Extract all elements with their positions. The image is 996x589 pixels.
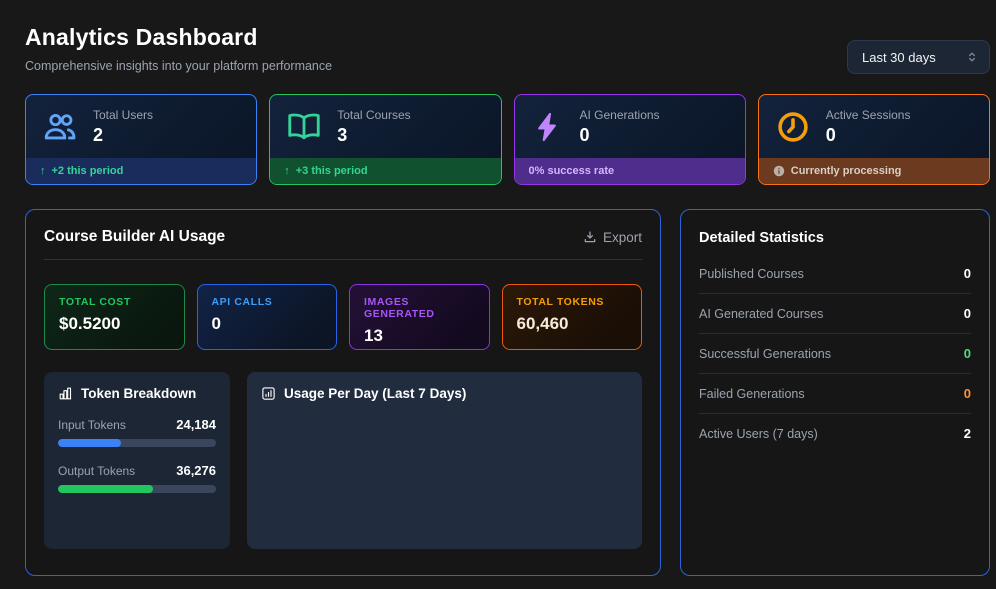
metric-total-tokens: TOTAL TOKENS 60,460 <box>502 284 643 350</box>
stat-value: 0 <box>826 125 911 146</box>
stat-label: Total Users <box>93 108 153 122</box>
stat-value: 3 <box>337 125 410 146</box>
stat-card-active-sessions: Active Sessions 0 Currently processing <box>758 94 990 185</box>
stat-row-failed-generations: Failed Generations 0 <box>699 374 971 414</box>
stat-card-total-courses: Total Courses 3 ↑ +3 this period <box>269 94 501 185</box>
analytics-dashboard-page: Analytics Dashboard Comprehensive insigh… <box>0 0 996 589</box>
header-titles: Analytics Dashboard Comprehensive insigh… <box>25 24 332 73</box>
stat-footer-text: +2 this period <box>52 165 124 177</box>
metric-label: IMAGES GENERATED <box>364 296 475 320</box>
usage-panel-title: Course Builder AI Usage <box>44 228 225 246</box>
stat-row-label: Successful Generations <box>699 347 831 361</box>
trend-up-icon: ↑ <box>284 165 290 177</box>
stat-row-value: 2 <box>964 426 971 441</box>
page-subtitle: Comprehensive insights into your platfor… <box>25 59 332 73</box>
usage-per-day-card: Usage Per Day (Last 7 Days) <box>247 372 642 549</box>
token-row-input: Input Tokens 24,184 <box>58 417 216 432</box>
chart-frame-icon <box>261 386 276 401</box>
period-select-value: Last 30 days <box>862 50 936 65</box>
detailed-stats-title: Detailed Statistics <box>699 230 971 246</box>
stat-row-label: Published Courses <box>699 267 804 281</box>
stat-card-ai-generations: AI Generations 0 0% success rate <box>514 94 746 185</box>
token-value: 36,276 <box>176 463 216 478</box>
token-row-output: Output Tokens 36,276 <box>58 463 216 478</box>
stat-footer-text: 0% success rate <box>529 165 615 177</box>
stat-footer-text: Currently processing <box>791 165 902 177</box>
stat-footer: 0% success rate <box>515 158 745 184</box>
detailed-statistics-panel: Detailed Statistics Published Courses 0 … <box>680 209 990 576</box>
panel-divider <box>44 259 642 260</box>
token-label: Input Tokens <box>58 418 126 432</box>
usage-chart-empty-area <box>261 401 628 531</box>
usage-metrics-row: TOTAL COST $0.5200 API CALLS 0 IMAGES GE… <box>44 284 642 350</box>
stat-row-value: 0 <box>964 306 971 321</box>
stat-footer: ↑ +2 this period <box>26 158 256 184</box>
stat-label: Total Courses <box>337 108 410 122</box>
main-content: Course Builder AI Usage Export TOTAL COS… <box>25 209 990 576</box>
bar-chart-icon <box>58 386 73 401</box>
metric-total-cost: TOTAL COST $0.5200 <box>44 284 185 350</box>
users-icon <box>42 109 78 145</box>
stat-value: 2 <box>93 125 153 146</box>
period-select[interactable]: Last 30 days <box>847 40 990 74</box>
export-label: Export <box>603 230 642 245</box>
token-breakdown-title: Token Breakdown <box>81 386 196 401</box>
metric-api-calls: API CALLS 0 <box>197 284 338 350</box>
metric-value: 0 <box>212 314 323 334</box>
stat-row-value: 0 <box>964 386 971 401</box>
stat-row-ai-generated-courses: AI Generated Courses 0 <box>699 294 971 334</box>
download-icon <box>583 230 597 244</box>
stat-row-value: 0 <box>964 266 971 281</box>
stat-row-label: Failed Generations <box>699 387 805 401</box>
book-icon <box>286 109 322 145</box>
stat-cards-row: Total Users 2 ↑ +2 this period Total Cou… <box>25 94 990 185</box>
trend-up-icon: ↑ <box>40 165 46 177</box>
stat-footer-text: +3 this period <box>296 165 368 177</box>
usage-chart-title: Usage Per Day (Last 7 Days) <box>284 386 466 401</box>
metric-label: API CALLS <box>212 296 323 308</box>
metric-label: TOTAL COST <box>59 296 170 308</box>
export-button[interactable]: Export <box>583 230 642 245</box>
metric-value: $0.5200 <box>59 314 170 334</box>
token-label: Output Tokens <box>58 464 135 478</box>
stat-row-successful-generations: Successful Generations 0 <box>699 334 971 374</box>
metric-value: 13 <box>364 326 475 346</box>
stat-row-value: 0 <box>964 346 971 361</box>
metric-value: 60,460 <box>517 314 628 334</box>
info-icon <box>773 165 785 177</box>
token-breakdown-card: Token Breakdown Input Tokens 24,184 Outp… <box>44 372 230 549</box>
stat-row-active-users: Active Users (7 days) 2 <box>699 414 971 453</box>
stat-row-label: Active Users (7 days) <box>699 427 818 441</box>
metric-images-generated: IMAGES GENERATED 13 <box>349 284 490 350</box>
stat-card-total-users: Total Users 2 ↑ +2 this period <box>25 94 257 185</box>
input-tokens-progressbar <box>58 439 216 447</box>
clock-icon <box>775 109 811 145</box>
page-header: Analytics Dashboard Comprehensive insigh… <box>25 24 990 74</box>
stat-footer: Currently processing <box>759 158 989 184</box>
metric-label: TOTAL TOKENS <box>517 296 628 308</box>
page-title: Analytics Dashboard <box>25 24 332 51</box>
bolt-icon <box>531 110 565 144</box>
token-value: 24,184 <box>176 417 216 432</box>
chevron-updown-icon <box>965 50 979 64</box>
stat-label: Active Sessions <box>826 108 911 122</box>
stat-row-published-courses: Published Courses 0 <box>699 254 971 294</box>
stat-label: AI Generations <box>580 108 660 122</box>
stat-value: 0 <box>580 125 660 146</box>
stat-footer: ↑ +3 this period <box>270 158 500 184</box>
course-builder-usage-panel: Course Builder AI Usage Export TOTAL COS… <box>25 209 661 576</box>
output-tokens-progressbar <box>58 485 216 493</box>
stat-row-label: AI Generated Courses <box>699 307 823 321</box>
